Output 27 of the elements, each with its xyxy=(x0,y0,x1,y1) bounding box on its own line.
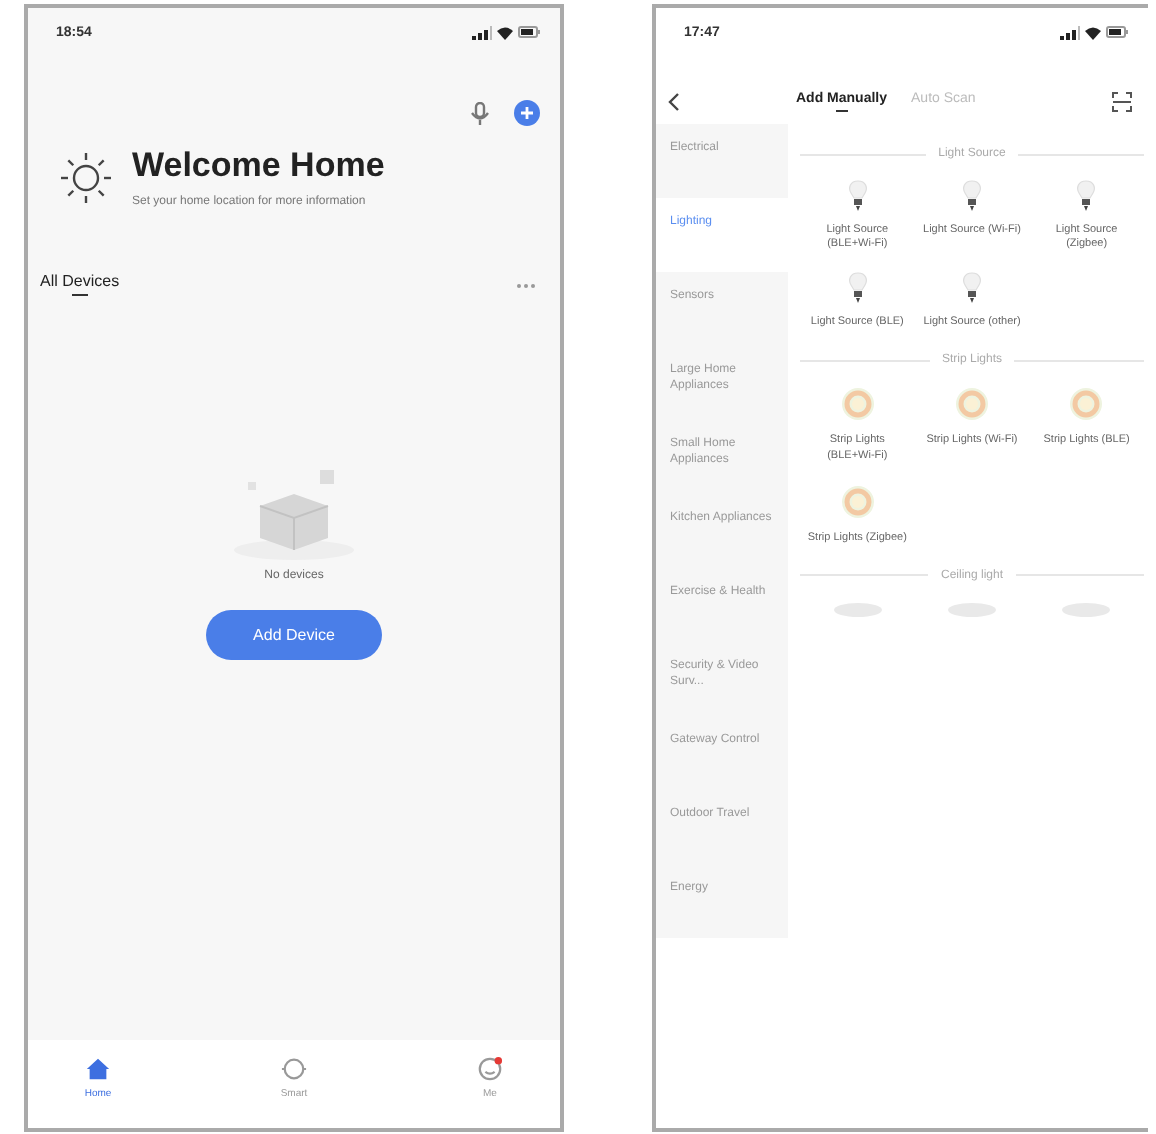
strip-light-icon xyxy=(839,386,876,423)
house-icon xyxy=(84,1056,112,1082)
signal-icon xyxy=(1060,25,1080,39)
light-bulb-icon xyxy=(845,272,870,305)
ring-icon xyxy=(280,1056,308,1082)
signal-icon xyxy=(472,25,492,39)
microphone-icon[interactable] xyxy=(470,101,490,125)
welcome-title: Welcome Home xyxy=(132,146,385,186)
more-icon[interactable] xyxy=(516,281,536,289)
add-device-button[interactable]: Add Device xyxy=(206,610,382,660)
wifi-icon xyxy=(1084,25,1102,39)
wifi-icon xyxy=(496,25,514,39)
strip-light-icon xyxy=(953,386,990,423)
light-bulb-icon xyxy=(1074,180,1099,212)
light-bulb-icon xyxy=(959,272,984,305)
strip-light-icon xyxy=(1068,386,1105,423)
scan-icon[interactable] xyxy=(1112,92,1132,112)
strip-light-icon xyxy=(839,483,876,520)
face-icon xyxy=(476,1056,504,1082)
light-bulb-icon xyxy=(959,180,984,212)
battery-icon xyxy=(1106,26,1128,38)
back-icon[interactable] xyxy=(668,92,680,112)
battery-icon xyxy=(518,26,540,38)
all-devices-tab[interactable]: All Devices xyxy=(40,272,120,298)
light-bulb-icon xyxy=(845,180,870,212)
sun-icon xyxy=(60,151,112,203)
add-icon[interactable] xyxy=(514,100,540,126)
